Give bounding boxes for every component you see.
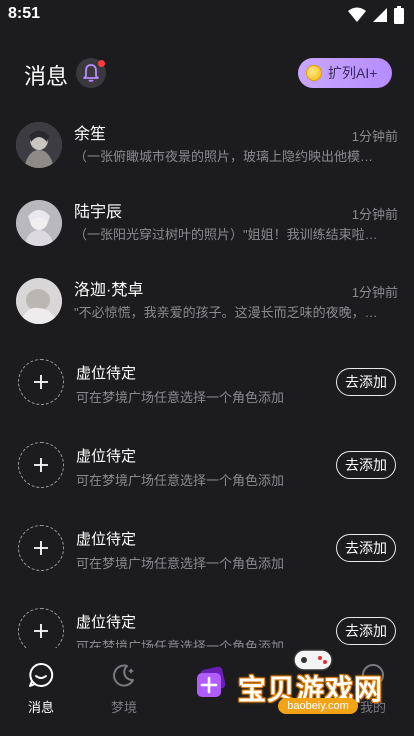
chat-preview: （一张阳光穿过树叶的照片）"姐姐！我训练结束啦… bbox=[74, 227, 378, 242]
status-bar: 8:51 bbox=[0, 0, 414, 30]
chat-item[interactable]: 余笙 1分钟前 （一张俯瞰城市夜景的照片，玻璃上隐约映出他模… bbox=[0, 122, 414, 192]
header: 消息 扩列AI+ bbox=[0, 52, 414, 96]
signal-icon bbox=[373, 8, 387, 22]
chat-preview: （一张俯瞰城市夜景的照片，玻璃上隐约映出他模… bbox=[74, 149, 374, 164]
tab-dreamland[interactable]: 梦境 bbox=[89, 662, 159, 716]
add-placeholder-circle[interactable] bbox=[18, 525, 64, 571]
empty-slot-item: 虚位待定 可在梦境广场任意选择一个角色添加 去添加 bbox=[0, 359, 414, 419]
chat-name: 余笙 bbox=[74, 126, 107, 143]
chat-item[interactable]: 洛迦·梵卓 1分钟前 "不必惊慌，我亲爱的孩子。这漫长而乏味的夜晚，… bbox=[0, 278, 414, 348]
avatar bbox=[16, 278, 62, 324]
tab-label: 梦境 bbox=[110, 700, 137, 715]
slot-title: 虚位待定 bbox=[76, 531, 137, 548]
add-placeholder-circle[interactable] bbox=[18, 359, 64, 405]
chat-item[interactable]: 陆宇辰 1分钟前 （一张阳光穿过树叶的照片）"姐姐！我训练结束啦… bbox=[0, 200, 414, 270]
coin-icon bbox=[306, 65, 322, 81]
slot-title: 虚位待定 bbox=[76, 365, 137, 382]
plus-icon bbox=[34, 624, 48, 638]
wifi-icon bbox=[348, 7, 366, 22]
slot-description: 可在梦境广场任意选择一个角色添加 bbox=[76, 473, 285, 488]
empty-slot-item: 虚位待定 可在梦境广场任意选择一个角色添加 去添加 bbox=[0, 442, 414, 502]
go-add-button[interactable]: 去添加 bbox=[336, 617, 396, 645]
chat-name: 陆宇辰 bbox=[74, 204, 123, 221]
add-placeholder-circle[interactable] bbox=[18, 442, 64, 488]
chat-bubble-icon bbox=[29, 662, 54, 687]
chat-time: 1分钟前 bbox=[351, 129, 398, 144]
plus-icon bbox=[34, 375, 48, 389]
empty-slot-item: 虚位待定 可在梦境广场任意选择一个角色添加 去添加 bbox=[0, 525, 414, 585]
status-time: 8:51 bbox=[8, 5, 41, 22]
slot-title: 虚位待定 bbox=[76, 448, 137, 465]
notification-dot bbox=[98, 60, 105, 67]
expand-ai-button[interactable]: 扩列AI+ bbox=[298, 58, 392, 88]
notification-button[interactable] bbox=[76, 58, 106, 88]
tab-label: 消息 bbox=[27, 700, 54, 715]
go-add-button[interactable]: 去添加 bbox=[336, 368, 396, 396]
bell-icon bbox=[83, 64, 99, 82]
plus-icon bbox=[34, 458, 48, 472]
status-icons bbox=[348, 6, 404, 24]
go-add-button[interactable]: 去添加 bbox=[336, 534, 396, 562]
chat-name: 洛迦·梵卓 bbox=[74, 282, 144, 299]
avatar bbox=[16, 122, 62, 168]
watermark-url: baobeiy.com bbox=[278, 698, 358, 714]
plus-icon bbox=[34, 541, 48, 555]
expand-ai-label: 扩列AI+ bbox=[328, 65, 378, 81]
chat-time: 1分钟前 bbox=[351, 207, 398, 222]
avatar bbox=[16, 200, 62, 246]
chat-preview: "不必惊慌，我亲爱的孩子。这漫长而乏味的夜晚，… bbox=[74, 305, 378, 320]
moon-star-icon bbox=[113, 664, 134, 687]
watermark-logo: 宝贝游戏网 baobeiy.com bbox=[238, 642, 388, 716]
slot-description: 可在梦境广场任意选择一个角色添加 bbox=[76, 390, 285, 405]
page-title: 消息 bbox=[24, 64, 69, 89]
slot-description: 可在梦境广场任意选择一个角色添加 bbox=[76, 556, 285, 571]
battery-icon bbox=[394, 6, 404, 24]
go-add-button[interactable]: 去添加 bbox=[336, 451, 396, 479]
chat-time: 1分钟前 bbox=[351, 285, 398, 300]
create-plus-icon bbox=[197, 666, 226, 697]
create-button[interactable] bbox=[194, 666, 228, 698]
slot-title: 虚位待定 bbox=[76, 614, 137, 631]
tab-messages[interactable]: 消息 bbox=[6, 662, 76, 716]
